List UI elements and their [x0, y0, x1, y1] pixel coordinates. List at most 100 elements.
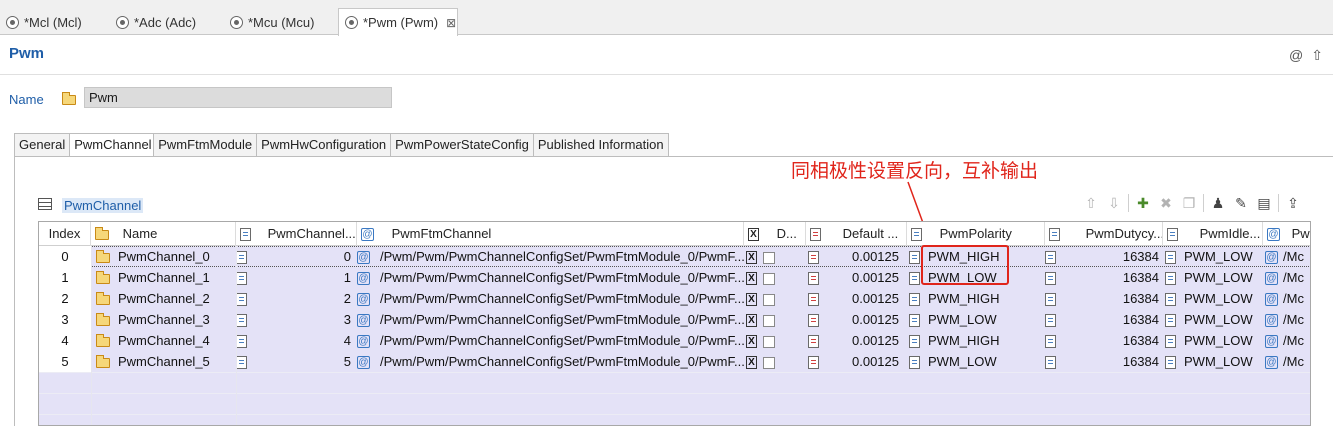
copy-icon[interactable]: ❐ [1180, 194, 1198, 212]
cell-idle[interactable]: PWM_LOW [1165, 351, 1263, 372]
column-header-name[interactable]: Name [91, 222, 236, 246]
cell-ftmchannel[interactable]: @ /Pwm/Pwm/PwmChannelConfigSet/PwmFtmModu… [357, 267, 744, 288]
table-row[interactable]: 0 PwmChannel_0 0 @ /Pwm/Pwm/PwmChannelConfig… [39, 246, 1310, 267]
cell-default[interactable]: 0.00125 [808, 288, 907, 309]
cell-ftmchannel[interactable]: @ /Pwm/Pwm/PwmChannelConfigSet/PwmFtmModu… [357, 288, 744, 309]
tab-pwmftmmodule[interactable]: PwmFtmModule [153, 133, 257, 157]
cell-idle[interactable]: PWM_LOW [1165, 246, 1263, 267]
cell-polarity[interactable]: PWM_LOW [909, 309, 1045, 330]
column-header-polarity[interactable]: PwmPolarity [907, 222, 1045, 246]
column-header-ftmchannel[interactable]: @ PwmFtmChannel [357, 222, 744, 246]
tab-pwmpowerstateconfig[interactable]: PwmPowerStateConfig [390, 133, 533, 157]
table-row[interactable]: 5 PwmChannel_5 5 @ /Pwm/Pwm/PwmChannelConfig… [39, 351, 1310, 372]
cell-name[interactable]: PwmChannel_3 [96, 309, 236, 330]
cell-last[interactable]: @ /Mc [1265, 309, 1310, 330]
checkbox[interactable] [763, 251, 775, 264]
tab-label: *Mcl (Mcl) [24, 14, 82, 30]
checkbox[interactable] [763, 293, 775, 306]
cell-name[interactable]: PwmChannel_5 [96, 351, 236, 372]
column-header-default[interactable]: Default ... [806, 222, 907, 246]
export-icon[interactable]: ⇪ [1284, 194, 1302, 212]
cell-d[interactable]: X [746, 330, 806, 351]
column-header-channel[interactable]: PwmChannel... [236, 222, 357, 246]
move-up-icon[interactable]: ⇧ [1082, 194, 1100, 212]
properties-icon[interactable]: ▤ [1255, 194, 1273, 212]
cell-last[interactable]: @ /Mc [1265, 246, 1310, 267]
tab-mcl[interactable]: *Mcl (Mcl) [0, 9, 106, 35]
cell-channel[interactable]: 1 [236, 267, 357, 288]
at-icon[interactable]: @ [1289, 47, 1303, 64]
tab-pwmhwconfiguration[interactable]: PwmHwConfiguration [256, 133, 391, 157]
checkbox[interactable] [763, 272, 775, 285]
table-row[interactable]: 3 PwmChannel_3 3 @ /Pwm/Pwm/PwmChannelConfig… [39, 309, 1310, 330]
cell-idle[interactable]: PWM_LOW [1165, 267, 1263, 288]
tab-mcu[interactable]: *Mcu (Mcu) [224, 9, 336, 35]
checkbox[interactable] [763, 356, 775, 369]
arrow-up-icon[interactable]: ⇧ [1311, 47, 1323, 64]
cell-ftmchannel[interactable]: @ /Pwm/Pwm/PwmChannelConfigSet/PwmFtmModu… [357, 351, 744, 372]
cell-channel[interactable]: 4 [236, 330, 357, 351]
table-row[interactable]: 1 PwmChannel_1 1 @ /Pwm/Pwm/PwmChannelConfig… [39, 267, 1310, 288]
cell-name[interactable]: PwmChannel_4 [96, 330, 236, 351]
cell-channel[interactable]: 5 [236, 351, 357, 372]
tab-pwmchannel[interactable]: PwmChannel [69, 133, 154, 157]
cell-default[interactable]: 0.00125 [808, 330, 907, 351]
cell-idle[interactable]: PWM_LOW [1165, 288, 1263, 309]
cell-dutycycle[interactable]: 16384 [1045, 288, 1163, 309]
cell-last[interactable]: @ /Mc [1265, 267, 1310, 288]
cell-idle[interactable]: PWM_LOW [1165, 309, 1263, 330]
cell-default[interactable]: 0.00125 [808, 246, 907, 267]
cell-dutycycle[interactable]: 16384 [1045, 309, 1163, 330]
cell-d[interactable]: X [746, 288, 806, 309]
tab-pwm[interactable]: *Pwm (Pwm) ⊠ [338, 8, 458, 36]
cell-channel[interactable]: 2 [236, 288, 357, 309]
cell-channel[interactable]: 0 [236, 246, 357, 267]
table-row[interactable]: 2 PwmChannel_2 2 @ /Pwm/Pwm/PwmChannelConfig… [39, 288, 1310, 309]
column-header-index[interactable]: Index [39, 222, 91, 246]
cell-ftmchannel[interactable]: @ /Pwm/Pwm/PwmChannelConfigSet/PwmFtmModu… [357, 246, 744, 267]
cell-d[interactable]: X [746, 246, 806, 267]
column-header-dutycycle[interactable]: PwmDutycy... [1045, 222, 1163, 246]
cell-d[interactable]: X [746, 309, 806, 330]
cell-last[interactable]: @ /Mc [1265, 288, 1310, 309]
number-icon [236, 293, 247, 307]
cell-default[interactable]: 0.00125 [808, 351, 907, 372]
column-header-last[interactable]: @ Pw [1263, 222, 1310, 246]
close-icon[interactable]: ⊠ [446, 16, 456, 30]
cell-default[interactable]: 0.00125 [808, 267, 907, 288]
edit-icon[interactable]: ✎ [1232, 194, 1250, 212]
cell-polarity[interactable]: PWM_HIGH [909, 330, 1045, 351]
tab-published-information[interactable]: Published Information [532, 133, 669, 157]
cell-last[interactable]: @ /Mc [1265, 351, 1310, 372]
tab-general[interactable]: General [14, 133, 70, 157]
cell-dutycycle[interactable]: 16384 [1045, 246, 1163, 267]
cell-channel[interactable]: 3 [236, 309, 357, 330]
cell-last[interactable]: @ /Mc [1265, 330, 1310, 351]
delete-icon[interactable]: ✖ [1157, 194, 1175, 212]
column-header-d[interactable]: X D... [744, 222, 806, 246]
user-icon[interactable]: ♟ [1209, 194, 1227, 212]
column-header-idle[interactable]: PwmIdle... [1163, 222, 1263, 246]
cell-name[interactable]: PwmChannel_1 [96, 267, 236, 288]
cell-name[interactable]: PwmChannel_2 [96, 288, 236, 309]
add-icon[interactable]: ✚ [1134, 194, 1152, 212]
table-row[interactable]: 4 PwmChannel_4 4 @ /Pwm/Pwm/PwmChannelConfig… [39, 330, 1310, 351]
checkbox[interactable] [763, 335, 775, 348]
cell-ftmchannel[interactable]: @ /Pwm/Pwm/PwmChannelConfigSet/PwmFtmModu… [357, 330, 744, 351]
tab-adc[interactable]: *Adc (Adc) [110, 9, 220, 35]
cell-d[interactable]: X [746, 267, 806, 288]
cell-dutycycle[interactable]: 16384 [1045, 267, 1163, 288]
cell-dutycycle[interactable]: 16384 [1045, 351, 1163, 372]
checkbox[interactable] [763, 314, 775, 327]
cell-name[interactable]: PwmChannel_0 [96, 246, 236, 267]
cell-polarity[interactable]: PWM_HIGH [909, 288, 1045, 309]
cell-idle[interactable]: PWM_LOW [1165, 330, 1263, 351]
move-down-icon[interactable]: ⇩ [1105, 194, 1123, 212]
cell-d[interactable]: X [746, 351, 806, 372]
cell-polarity[interactable]: PWM_LOW [909, 351, 1045, 372]
cell-default[interactable]: 0.00125 [808, 309, 907, 330]
cell-duty-value: 16384 [1122, 333, 1159, 348]
cell-ftmchannel[interactable]: @ /Pwm/Pwm/PwmChannelConfigSet/PwmFtmModu… [357, 309, 744, 330]
name-field[interactable]: Pwm [84, 87, 392, 108]
cell-dutycycle[interactable]: 16384 [1045, 330, 1163, 351]
